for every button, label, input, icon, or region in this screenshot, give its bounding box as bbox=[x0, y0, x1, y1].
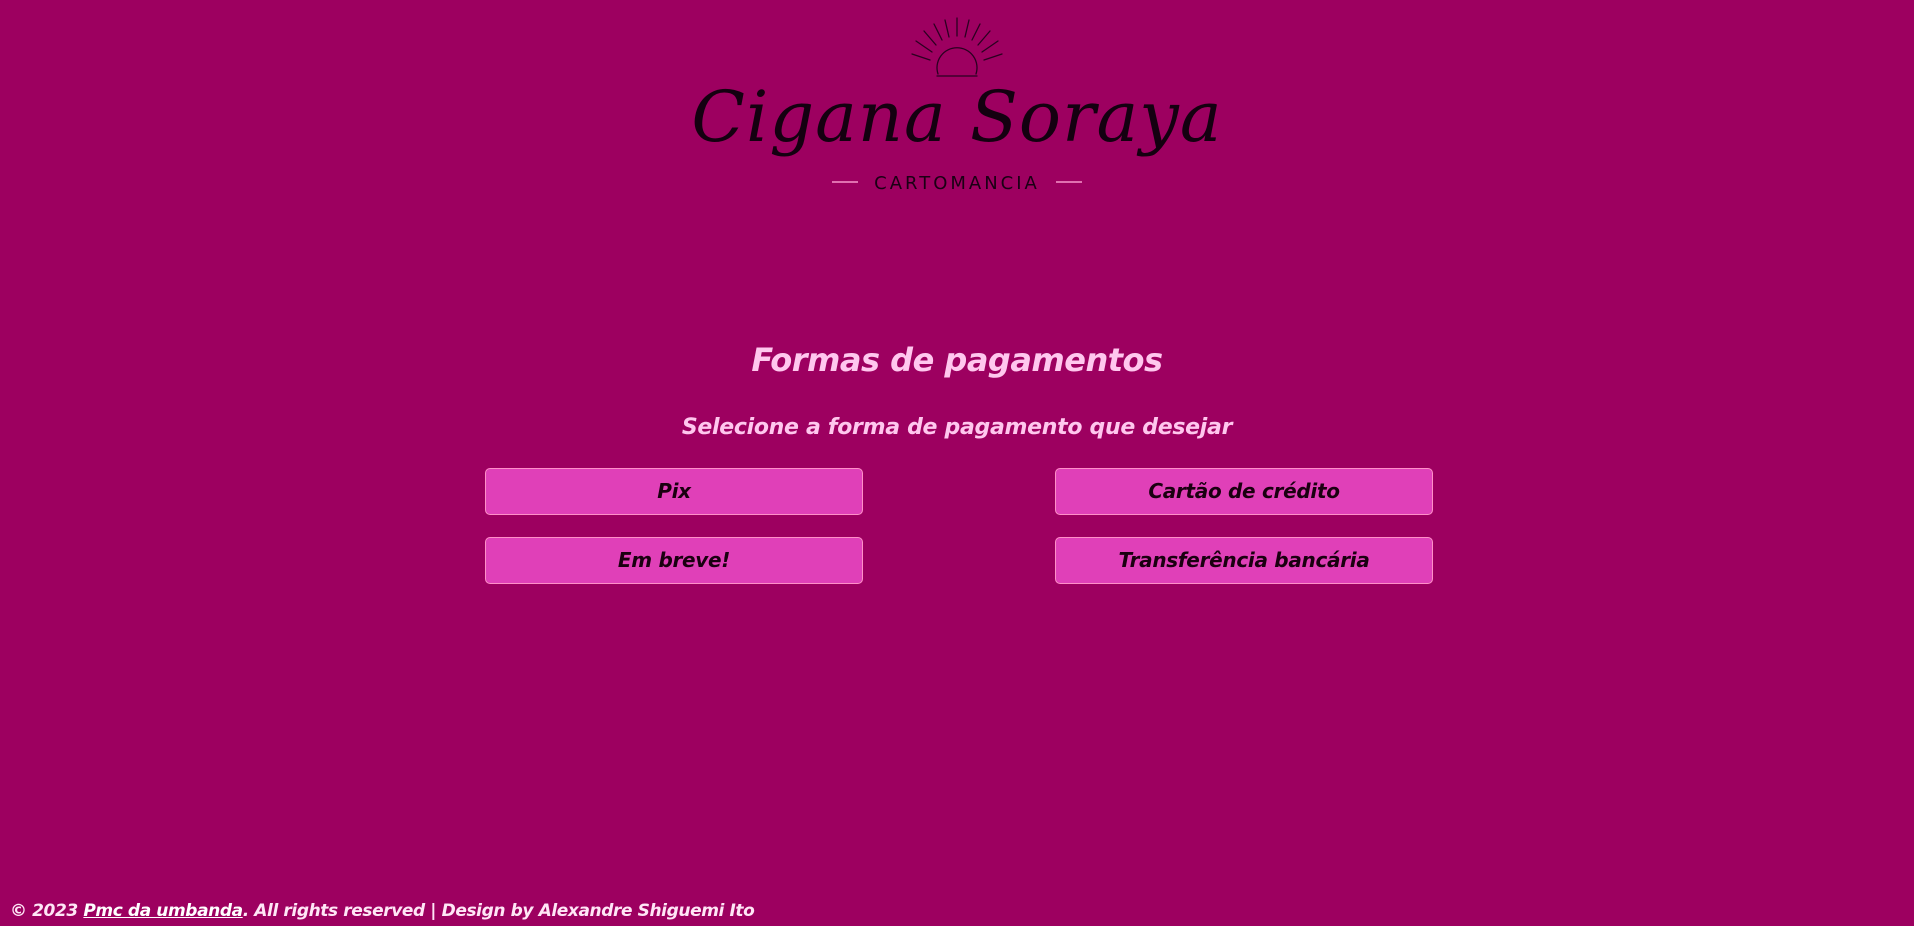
logo-subtitle: CARTOMANCIA bbox=[0, 172, 1914, 196]
footer: © 2023 Pmc da umbanda. All rights reserv… bbox=[10, 900, 755, 922]
footer-credits: . All rights reserved | Design by Alexan… bbox=[242, 901, 755, 921]
page-subtitle: Selecione a forma de pagamento que desej… bbox=[681, 415, 1233, 440]
footer-copyright: © 2023 bbox=[10, 901, 84, 921]
right-divider bbox=[1055, 181, 1082, 183]
footer-link[interactable]: Pmc da umbanda bbox=[83, 901, 243, 921]
page-title: Formas de pagamentos bbox=[751, 341, 1163, 379]
bank-transfer-button[interactable]: Transferência bancária bbox=[1055, 537, 1433, 584]
crystal-ball-sun-icon bbox=[911, 17, 1003, 77]
logo-name: Cigana Soraya bbox=[691, 76, 1223, 158]
coming-soon-button[interactable]: Em breve! bbox=[485, 537, 863, 584]
logo-subtitle-text: CARTOMANCIA bbox=[874, 173, 1040, 194]
credit-card-button[interactable]: Cartão de crédito bbox=[1055, 468, 1433, 515]
pix-button[interactable]: Pix bbox=[485, 468, 863, 515]
site-logo[interactable]: Cigana Soraya CARTOMANCIA bbox=[0, 0, 1914, 210]
left-divider bbox=[832, 181, 859, 183]
